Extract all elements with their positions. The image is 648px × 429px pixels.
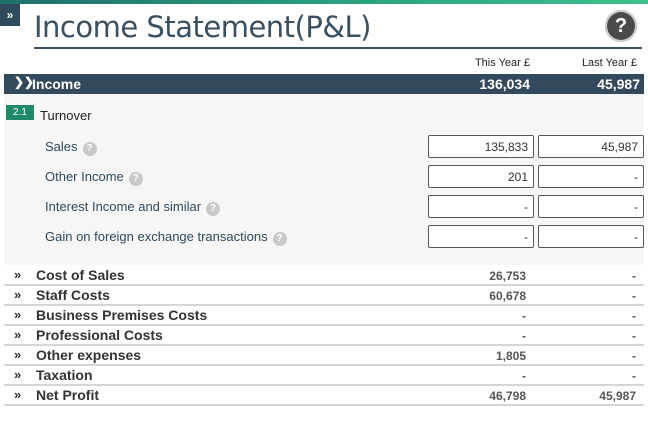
double-chevron-right-icon: » bbox=[14, 287, 22, 302]
category-last-year: - bbox=[632, 329, 636, 343]
category-this-year: 26,753 bbox=[489, 269, 526, 283]
category-label: Net Profit bbox=[36, 387, 99, 403]
category-this-year: - bbox=[522, 309, 526, 323]
category-label: Other expenses bbox=[36, 347, 142, 363]
category-last-year: - bbox=[632, 309, 636, 323]
other-income-this-year-input[interactable] bbox=[428, 165, 534, 188]
double-chevron-right-icon: » bbox=[14, 347, 22, 362]
category-label: Professional Costs bbox=[36, 327, 163, 343]
question-circle-icon[interactable]: ? bbox=[272, 232, 287, 246]
top-accent-stripe bbox=[0, 0, 648, 4]
question-circle-icon[interactable]: ? bbox=[82, 142, 97, 156]
category-row-professional-costs[interactable]: » Professional Costs - - bbox=[4, 326, 644, 346]
interest-income-last-year-input[interactable] bbox=[538, 195, 644, 218]
category-this-year: 1,805 bbox=[495, 349, 526, 363]
fx-gain-last-year-input[interactable] bbox=[538, 225, 644, 248]
category-this-year: - bbox=[522, 329, 526, 343]
title-underline bbox=[34, 47, 642, 49]
category-label: Cost of Sales bbox=[36, 267, 125, 283]
double-chevron-right-icon: » bbox=[14, 307, 22, 322]
category-row-taxation[interactable]: » Taxation - - bbox=[4, 366, 644, 386]
turnover-title: Turnover bbox=[40, 108, 92, 123]
field-row-sales: Sales? bbox=[45, 139, 97, 156]
field-label: Other Income bbox=[45, 169, 124, 184]
category-row-net-profit[interactable]: » Net Profit 46,798 45,987 bbox=[4, 386, 644, 406]
help-icon[interactable]: ? bbox=[605, 10, 637, 42]
category-label: Staff Costs bbox=[36, 287, 110, 303]
question-circle-icon[interactable]: ? bbox=[206, 202, 221, 216]
fx-gain-this-year-input[interactable] bbox=[428, 225, 534, 248]
category-this-year: - bbox=[522, 369, 526, 383]
interest-income-this-year-input[interactable] bbox=[428, 195, 534, 218]
double-chevron-right-icon: » bbox=[14, 267, 22, 282]
category-last-year: 45,987 bbox=[599, 389, 636, 403]
category-last-year: - bbox=[632, 269, 636, 283]
income-last-year: 45,987 bbox=[597, 76, 640, 92]
field-row-fx-gain: Gain on foreign exchange transactions? bbox=[45, 229, 287, 246]
section-number-badge: 2.1 bbox=[6, 105, 34, 120]
sales-this-year-input[interactable] bbox=[428, 135, 534, 158]
category-row-other-expenses[interactable]: » Other expenses 1,805 - bbox=[4, 346, 644, 366]
category-last-year: - bbox=[632, 369, 636, 383]
field-label: Sales bbox=[45, 139, 78, 154]
column-header-this-year: This Year £ bbox=[474, 57, 530, 69]
double-chevron-right-icon: » bbox=[14, 387, 22, 402]
income-section-header[interactable]: ❯❯ Income 136,034 45,987 bbox=[4, 74, 644, 94]
field-row-interest-income: Interest Income and similar? bbox=[45, 199, 221, 216]
category-this-year: 60,678 bbox=[489, 289, 526, 303]
category-last-year: - bbox=[632, 349, 636, 363]
other-income-last-year-input[interactable] bbox=[538, 165, 644, 188]
column-header-last-year: Last Year £ bbox=[581, 57, 637, 69]
category-label: Business Premises Costs bbox=[36, 307, 208, 323]
field-label: Interest Income and similar bbox=[45, 199, 202, 214]
double-chevron-right-icon: » bbox=[14, 367, 22, 382]
sales-last-year-input[interactable] bbox=[538, 135, 644, 158]
field-label: Gain on foreign exchange transactions bbox=[45, 229, 268, 244]
double-chevron-right-icon: » bbox=[14, 327, 22, 342]
income-label: Income bbox=[32, 76, 82, 92]
page-title: Income Statement(P&L) bbox=[34, 10, 371, 44]
category-row-cost-of-sales[interactable]: » Cost of Sales 26,753 - bbox=[4, 266, 644, 286]
category-this-year: 46,798 bbox=[489, 389, 526, 403]
category-row-staff-costs[interactable]: » Staff Costs 60,678 - bbox=[4, 286, 644, 306]
sidebar-expand-button[interactable]: » bbox=[0, 4, 20, 26]
category-label: Taxation bbox=[36, 367, 93, 383]
category-last-year: - bbox=[632, 289, 636, 303]
question-circle-icon[interactable]: ? bbox=[128, 172, 143, 186]
income-this-year: 136,034 bbox=[479, 76, 530, 92]
field-row-other-income: Other Income? bbox=[45, 169, 143, 186]
category-row-business-premises[interactable]: » Business Premises Costs - - bbox=[4, 306, 644, 326]
